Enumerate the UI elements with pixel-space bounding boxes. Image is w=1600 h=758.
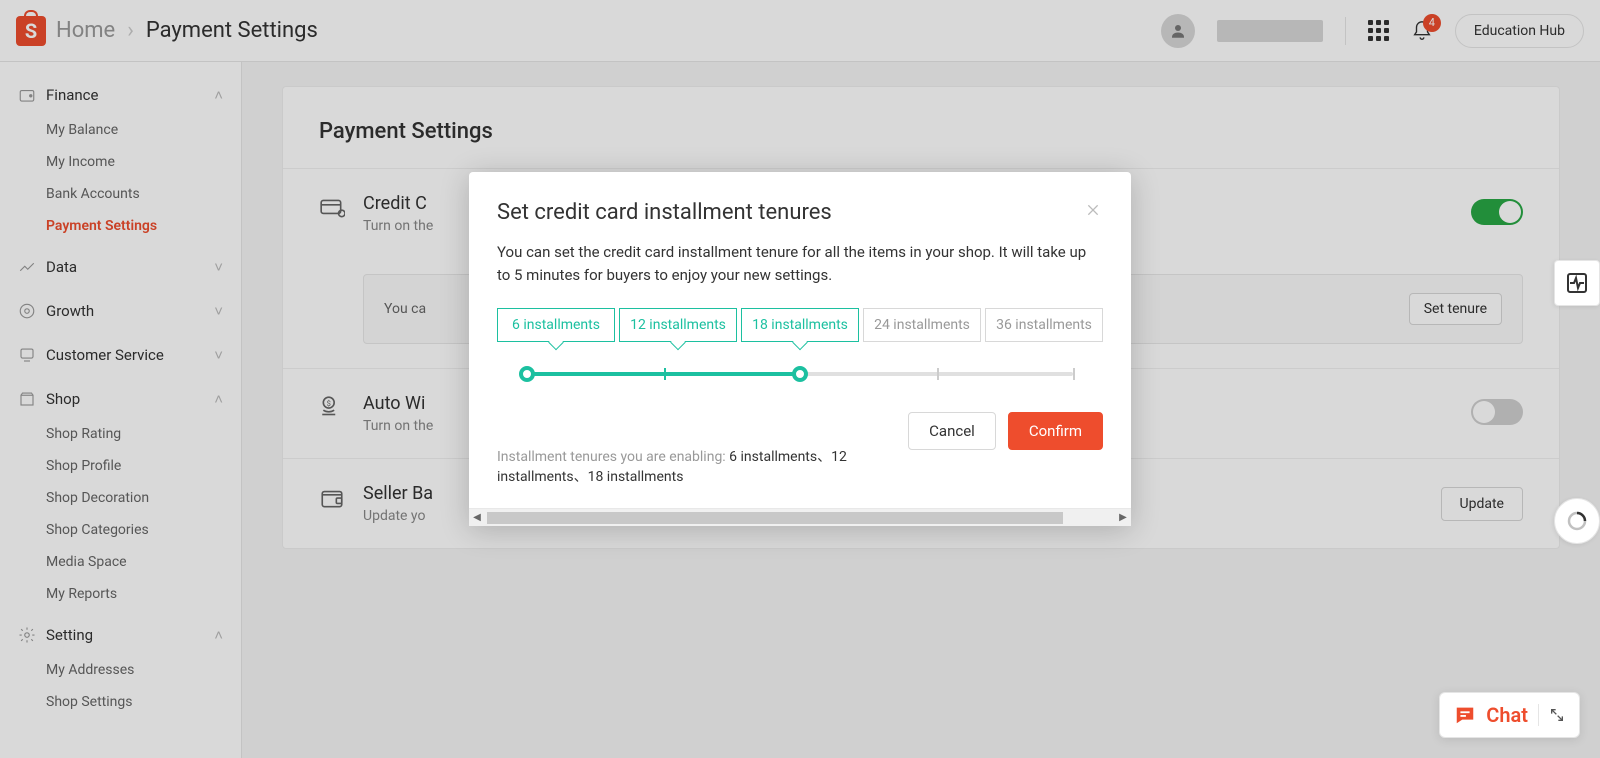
- chat-icon: [1454, 704, 1476, 726]
- update-bank-button[interactable]: Update: [1441, 487, 1523, 521]
- tenure-option-12-installments[interactable]: 12 installments: [619, 308, 737, 342]
- page-title: Payment Settings: [319, 119, 1523, 144]
- tenure-info-text: You ca: [384, 301, 426, 317]
- breadcrumb-current: Payment Settings: [146, 18, 318, 43]
- chat-button[interactable]: Chat: [1439, 692, 1580, 738]
- tenure-option-18-installments[interactable]: 18 installments: [741, 308, 859, 342]
- sidebar-group-setting[interactable]: Setting˄: [0, 616, 241, 654]
- enabling-summary: Installment tenures you are enabling: 6 …: [497, 446, 908, 486]
- modal-title: Set credit card installment tenures: [497, 200, 1083, 225]
- tenure-option-36-installments[interactable]: 36 installments: [985, 308, 1103, 342]
- sidebar-group-data[interactable]: Data˅: [0, 248, 241, 286]
- set-tenure-button[interactable]: Set tenure: [1409, 293, 1502, 325]
- education-hub-button[interactable]: Education Hub: [1455, 14, 1584, 48]
- slider-handle-end[interactable]: [792, 366, 808, 382]
- close-icon[interactable]: [1083, 200, 1103, 220]
- credit-card-icon: [319, 195, 345, 221]
- avatar[interactable]: [1161, 14, 1195, 48]
- loading-icon[interactable]: [1554, 498, 1600, 544]
- tenure-options: 6 installments12 installments18 installm…: [497, 308, 1103, 342]
- sidebar-item-media-space[interactable]: Media Space: [0, 546, 241, 578]
- sidebar-item-shop-categories[interactable]: Shop Categories: [0, 514, 241, 546]
- confirm-button[interactable]: Confirm: [1008, 412, 1103, 450]
- sidebar-item-bank-accounts[interactable]: Bank Accounts: [0, 178, 241, 210]
- auto-withdraw-toggle[interactable]: [1471, 399, 1523, 425]
- sidebar-group-customer-service[interactable]: Customer Service˅: [0, 336, 241, 374]
- sidebar-group-growth[interactable]: Growth˅: [0, 292, 241, 330]
- cc-toggle[interactable]: [1471, 199, 1523, 225]
- user-name-placeholder[interactable]: [1217, 20, 1323, 42]
- sidebar-group-shop[interactable]: Shop˄: [0, 380, 241, 418]
- sidebar-item-my-balance[interactable]: My Balance: [0, 114, 241, 146]
- tenure-slider[interactable]: [527, 364, 1073, 404]
- sidebar-item-my-reports[interactable]: My Reports: [0, 578, 241, 610]
- scroll-right-icon[interactable]: ▶: [1115, 512, 1131, 523]
- chevron-right-icon: ›: [127, 18, 134, 43]
- withdraw-icon: $: [319, 395, 345, 421]
- svg-text:$: $: [327, 399, 331, 408]
- brand-logo[interactable]: S: [16, 16, 46, 46]
- sidebar-item-shop-settings[interactable]: Shop Settings: [0, 686, 241, 718]
- breadcrumb: Home › Payment Settings: [56, 18, 318, 43]
- header-divider: [1345, 17, 1346, 45]
- sidebar: Finance˄My BalanceMy IncomeBank Accounts…: [0, 62, 242, 758]
- breadcrumb-home[interactable]: Home: [56, 18, 115, 43]
- cancel-button[interactable]: Cancel: [908, 412, 996, 450]
- tenure-option-6-installments[interactable]: 6 installments: [497, 308, 615, 342]
- sidebar-item-shop-decoration[interactable]: Shop Decoration: [0, 482, 241, 514]
- chat-divider: [1538, 704, 1539, 726]
- apps-grid-icon[interactable]: [1368, 20, 1389, 41]
- activity-icon[interactable]: [1554, 260, 1600, 306]
- modal-description: You can set the credit card installment …: [497, 241, 1103, 286]
- sidebar-item-shop-profile[interactable]: Shop Profile: [0, 450, 241, 482]
- app-header: S Home › Payment Settings 4 Education Hu…: [0, 0, 1600, 62]
- notifications-button[interactable]: 4: [1411, 20, 1433, 42]
- sidebar-item-payment-settings[interactable]: Payment Settings: [0, 210, 241, 242]
- chat-label: Chat: [1486, 703, 1528, 727]
- scroll-left-icon[interactable]: ◀: [469, 512, 485, 523]
- tenure-option-24-installments[interactable]: 24 installments: [863, 308, 981, 342]
- expand-icon: [1549, 707, 1565, 723]
- modal-scrollbar[interactable]: ◀ ▶: [469, 508, 1131, 526]
- wallet-icon: [319, 485, 345, 511]
- sidebar-item-my-addresses[interactable]: My Addresses: [0, 654, 241, 686]
- notification-badge: 4: [1423, 14, 1441, 32]
- tenure-modal: Set credit card installment tenures You …: [469, 172, 1131, 526]
- sidebar-group-finance[interactable]: Finance˄: [0, 76, 241, 114]
- sidebar-item-shop-rating[interactable]: Shop Rating: [0, 418, 241, 450]
- sidebar-item-my-income[interactable]: My Income: [0, 146, 241, 178]
- slider-handle-start[interactable]: [519, 366, 535, 382]
